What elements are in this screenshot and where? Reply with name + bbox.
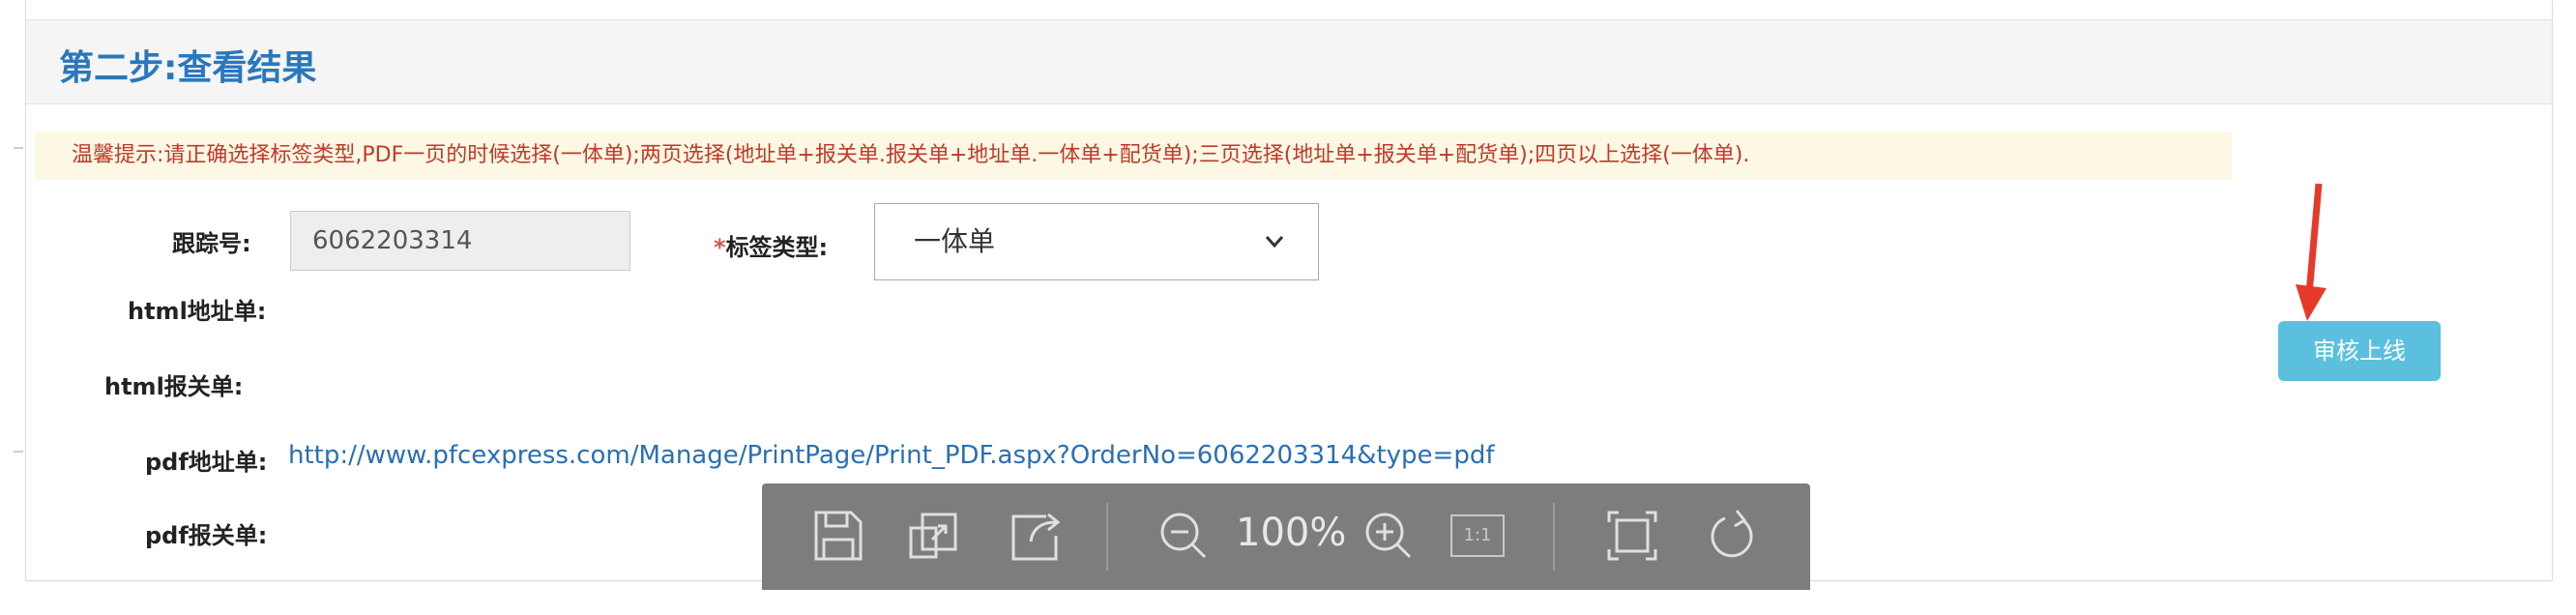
hint-banner: 温馨提示:请正确选择标签类型,PDF一页的时候选择(一体单);两页选择(地址单+… <box>35 132 2232 180</box>
edge-mark <box>14 451 23 453</box>
edge-mark <box>14 147 23 149</box>
tracking-number-input[interactable]: 6062203314 <box>290 211 630 271</box>
html-customs-label: html报关单: <box>104 373 244 400</box>
tracking-label: 跟踪号: <box>172 230 251 257</box>
red-arrow-icon <box>2296 183 2327 321</box>
actual-size-icon[interactable]: 1:1 <box>1450 514 1505 557</box>
fullscreen-icon[interactable] <box>1603 507 1661 565</box>
panel-header: 第二步:查看结果 <box>26 19 2552 104</box>
zoom-in-icon[interactable] <box>1360 507 1418 565</box>
save-icon[interactable] <box>808 507 866 565</box>
label-type-selected: 一体单 <box>914 225 996 257</box>
pdf-viewer-toolbar: 100% 1:1 <box>762 483 1810 590</box>
zoom-level: 100% <box>1236 511 1347 555</box>
pdf-customs-label: pdf报关单: <box>145 522 268 549</box>
rotate-icon[interactable] <box>1704 507 1762 565</box>
chevron-down-icon <box>1264 204 1285 311</box>
label-type-select[interactable]: 一体单 <box>874 203 1319 280</box>
zoom-out-icon[interactable] <box>1155 507 1213 565</box>
pdf-address-link[interactable]: http://www.pfcexpress.com/Manage/PrintPa… <box>288 441 1494 470</box>
toolbar-divider <box>1553 503 1555 571</box>
review-online-button[interactable]: 审核上线 <box>2278 321 2441 381</box>
html-address-label: html地址单: <box>128 298 267 325</box>
fit-page-icon[interactable] <box>905 507 963 565</box>
label-type-label: *标签类型: <box>714 228 828 262</box>
share-icon[interactable] <box>1008 507 1066 565</box>
toolbar-divider <box>1106 503 1108 571</box>
section-title: 第二步:查看结果 <box>59 48 317 88</box>
label-type-text: 标签类型: <box>725 234 829 261</box>
required-marker: * <box>714 234 726 261</box>
pdf-address-label: pdf地址单: <box>145 449 268 476</box>
